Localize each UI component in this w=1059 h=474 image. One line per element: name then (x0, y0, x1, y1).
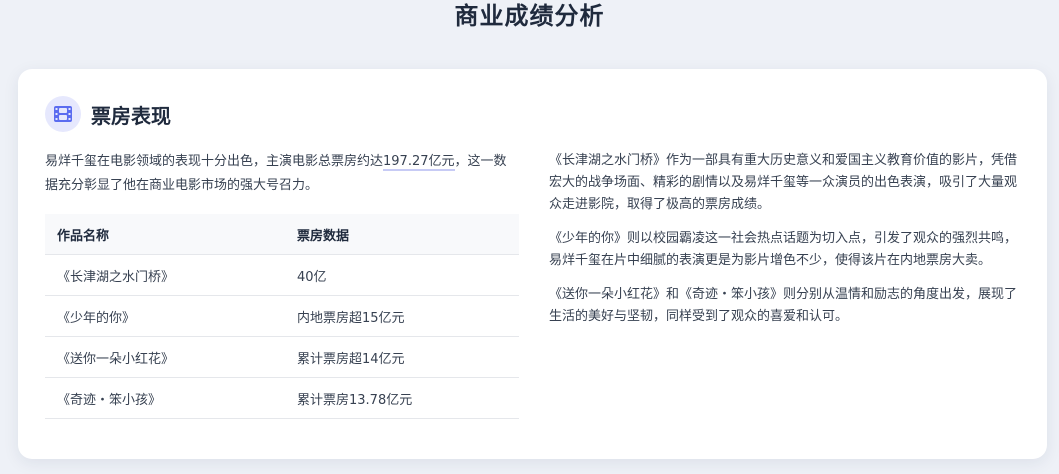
column-header-title: 作品名称 (45, 214, 285, 255)
table-row: 《长津湖之水门桥》 40亿 (45, 254, 519, 296)
box-office-card: 票房表现 易烊千玺在电影领域的表现十分出色，主演电影总票房约达197.27亿元，… (18, 69, 1047, 459)
right-column: 《长津湖之水门桥》作为一部具有重大历史意义和爱国主义教育价值的影片，凭借宏大的战… (549, 150, 1017, 340)
film-icon (54, 106, 72, 122)
cell-title: 《长津湖之水门桥》 (45, 254, 285, 296)
analysis-paragraph: 《少年的你》则以校园霸凌这一社会热点话题为切入点，引发了观众的强烈共鸣，易烊千玺… (549, 231, 1018, 268)
table-row: 《奇迹・笨小孩》 累计票房13.78亿元 (45, 377, 519, 419)
table-header-row: 作品名称 票房数据 (45, 214, 519, 255)
cell-box-office: 40亿 (285, 254, 519, 296)
table-row: 《送你一朵小红花》 累计票房超14亿元 (45, 336, 519, 378)
cell-title: 《少年的你》 (45, 295, 285, 337)
section-icon-badge (45, 96, 81, 132)
column-header-box-office: 票房数据 (285, 214, 519, 255)
analysis-paragraph: 《长津湖之水门桥》作为一部具有重大历史意义和爱国主义教育价值的影片，凭借宏大的战… (549, 153, 1018, 212)
box-office-total-highlight: 197.27亿元 (383, 154, 455, 171)
cell-box-office: 内地票房超15亿元 (285, 295, 519, 337)
section-title: 票房表现 (91, 103, 171, 128)
left-column: 易烊千玺在电影领域的表现十分出色，主演电影总票房约达197.27亿元，这一数据充… (45, 150, 519, 419)
section-header: 票房表现 (45, 96, 171, 132)
cell-box-office: 累计票房超14亿元 (285, 336, 519, 378)
table-row: 《少年的你》 内地票房超15亿元 (45, 295, 519, 337)
cell-box-office: 累计票房13.78亿元 (285, 377, 519, 419)
page-title: 商业成绩分析 (454, 2, 605, 30)
box-office-table: 作品名称 票房数据 《长津湖之水门桥》 40亿 《少年的你》 内地票房超15亿元… (45, 214, 519, 419)
cell-title: 《送你一朵小红花》 (45, 336, 285, 378)
intro-text-before: 易烊千玺在电影领域的表现十分出色，主演电影总票房约达 (45, 154, 384, 169)
analysis-paragraph: 《送你一朵小红花》和《奇迹・笨小孩》则分别从温情和励志的角度出发，展现了生活的美… (549, 287, 1018, 324)
intro-paragraph: 易烊千玺在电影领域的表现十分出色，主演电影总票房约达197.27亿元，这一数据充… (45, 150, 519, 198)
cell-title: 《奇迹・笨小孩》 (45, 377, 285, 419)
